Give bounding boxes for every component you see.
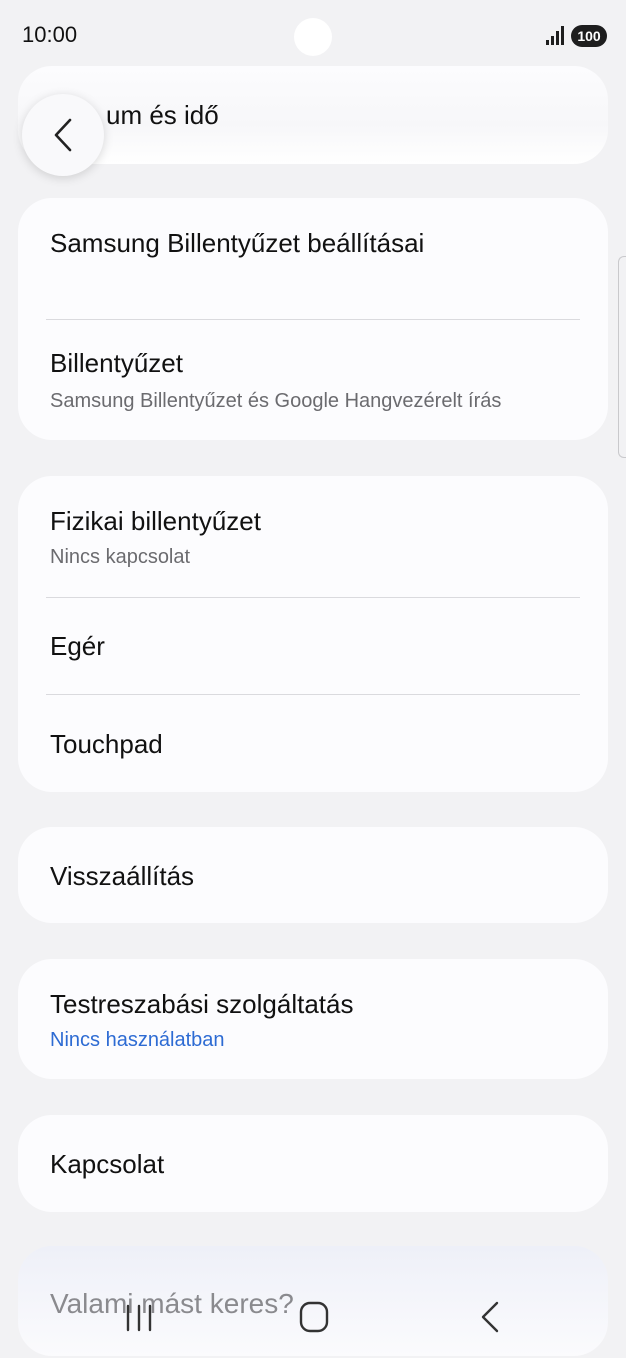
status-time: 10:00 bbox=[22, 22, 78, 47]
input-devices-card: Fizikai billentyűzet Nincs kapcsolat Egé… bbox=[18, 476, 608, 792]
page-title: um és idő bbox=[106, 100, 219, 130]
header-card: um és idő bbox=[18, 66, 608, 164]
battery-level: 100 bbox=[577, 28, 601, 44]
back-nav-icon[interactable] bbox=[478, 1300, 502, 1334]
physical-keyboard-title: Fizikai billentyűzet bbox=[50, 506, 261, 536]
status-bar: 10:00 100 bbox=[0, 0, 626, 70]
recent-apps-icon[interactable] bbox=[124, 1302, 154, 1334]
list-item-physical-keyboard[interactable]: Fizikai billentyűzet Nincs kapcsolat bbox=[18, 476, 608, 598]
front-camera-cutout bbox=[294, 18, 332, 56]
samsung-keyboard-title: Samsung Billentyűzet beállításai bbox=[50, 228, 425, 258]
list-item-mouse[interactable]: Egér bbox=[18, 598, 608, 695]
signal-icon bbox=[546, 26, 564, 45]
connection-title: Kapcsolat bbox=[50, 1149, 165, 1179]
customization-title: Testreszabási szolgáltatás bbox=[50, 989, 354, 1019]
list-item-touchpad[interactable]: Touchpad bbox=[18, 695, 608, 792]
list-item-keyboard[interactable]: Billentyűzet Samsung Billentyűzet és Goo… bbox=[18, 320, 608, 440]
list-item-samsung-keyboard[interactable]: Samsung Billentyűzet beállításai bbox=[18, 198, 608, 320]
keyboard-settings-card: Samsung Billentyűzet beállításai Billent… bbox=[18, 198, 608, 440]
home-icon[interactable] bbox=[298, 1300, 330, 1334]
touchpad-title: Touchpad bbox=[50, 729, 163, 759]
reset-card[interactable]: Visszaállítás bbox=[18, 827, 608, 923]
physical-keyboard-subtitle: Nincs kapcsolat bbox=[50, 546, 191, 568]
keyboard-subtitle: Samsung Billentyűzet és Google Hangvezér… bbox=[50, 390, 502, 412]
keyboard-title: Billentyűzet bbox=[50, 348, 183, 378]
battery-icon: 100 bbox=[571, 25, 607, 47]
reset-title: Visszaállítás bbox=[50, 861, 195, 891]
scrollbar[interactable] bbox=[618, 256, 626, 458]
customization-status: Nincs használatban bbox=[50, 1029, 225, 1051]
connection-card[interactable]: Kapcsolat bbox=[18, 1115, 608, 1212]
back-button[interactable] bbox=[22, 94, 104, 176]
mouse-title: Egér bbox=[50, 631, 105, 661]
back-arrow-icon bbox=[54, 118, 72, 152]
navigation-bar bbox=[0, 1282, 626, 1358]
customization-card[interactable]: Testreszabási szolgáltatás Nincs használ… bbox=[18, 959, 608, 1079]
